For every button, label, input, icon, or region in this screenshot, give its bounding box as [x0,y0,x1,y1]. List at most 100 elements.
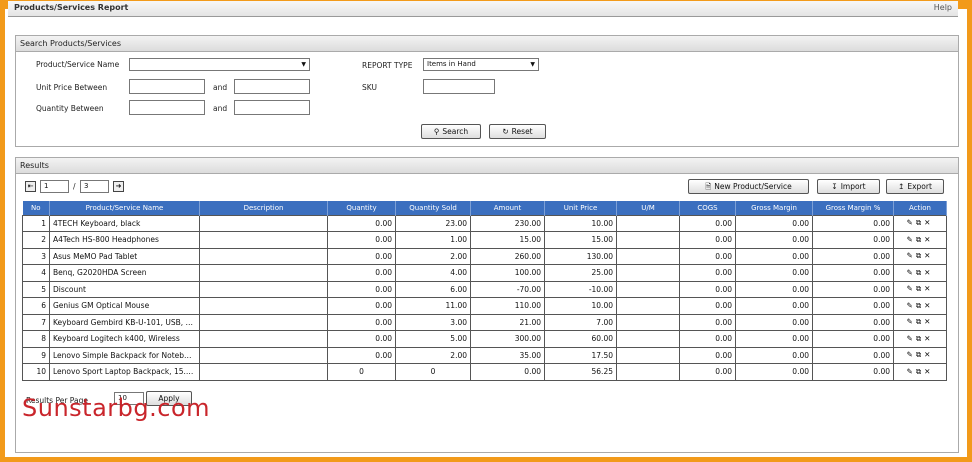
delete-icon[interactable]: ✕ [924,268,933,277]
copy-icon[interactable]: ⧉ [916,284,924,293]
table-cell: Keyboard Logitech k400, Wireless [49,330,200,348]
copy-icon[interactable]: ⧉ [916,334,924,343]
edit-icon[interactable]: ✎ [907,367,916,376]
column-header[interactable]: Product/Service Name [49,201,200,215]
table-cell [199,231,328,249]
table-row[interactable]: 10 Lenovo Sport Laptop Backpack, 15.6",..… [22,363,947,381]
delete-icon[interactable]: ✕ [924,367,933,376]
first-page-icon[interactable]: ⇤ [25,181,36,192]
table-cell [616,214,680,232]
quantity-max-field[interactable] [234,100,310,115]
new-product-button[interactable]: 🗎 New Product/Service [688,179,809,194]
column-header[interactable]: Quantity Sold [395,201,471,215]
column-header[interactable]: Amount [470,201,545,215]
table-cell: 0.00 [812,214,894,232]
row-actions: ✎⧉✕ [893,280,947,298]
delete-icon[interactable]: ✕ [924,350,933,359]
sku-label: SKU [362,83,377,92]
export-icon: ↥ [898,182,905,191]
table-row[interactable]: 6 Genius GM Optical Mouse 0.00 11.00 110.00 1… [22,297,947,315]
copy-icon[interactable]: ⧉ [916,350,924,359]
column-header[interactable]: No [22,201,50,215]
edit-icon[interactable]: ✎ [907,334,916,343]
export-button[interactable]: ↥ Export [886,179,944,194]
column-header[interactable]: Gross Margin [735,201,813,215]
product-name-select[interactable]: ▼ [129,58,310,71]
delete-icon[interactable]: ✕ [924,235,933,244]
edit-icon[interactable]: ✎ [907,251,916,260]
results-panel-title: Results [20,161,49,170]
table-row[interactable]: 3 Asus MeMO Pad Tablet 0.00 2.00 260.00 130.0… [22,247,947,265]
search-panel-title: Search Products/Services [20,39,121,48]
edit-icon[interactable]: ✎ [907,218,916,227]
edit-icon[interactable]: ✎ [907,284,916,293]
table-row[interactable]: 2 A4Tech HS-800 Headphones 0.00 1.00 15.00 15… [22,231,947,249]
chevron-down-icon: ▼ [301,61,306,68]
column-header[interactable]: COGS [679,201,736,215]
table-cell: 0.00 [679,330,736,348]
table-cell: 0.00 [735,346,813,364]
table-cell: 4.00 [395,264,471,282]
table-row[interactable]: 1 4TECH Keyboard, black 0.00 23.00 230.00 10.… [22,214,947,232]
table-cell: 0.00 [327,346,396,364]
table-cell: 3 [22,247,50,265]
table-cell: 230.00 [470,214,545,232]
copy-icon[interactable]: ⧉ [916,367,924,376]
table-row[interactable]: 5 Discount 0.00 6.00 -70.00 -10.00 0.00 0.00 0.0… [22,280,947,298]
sku-field[interactable] [423,79,495,94]
table-header-row: No Product/Service Name Description Quantit… [22,201,947,215]
delete-icon[interactable]: ✕ [924,301,933,310]
column-header[interactable]: U/M [616,201,680,215]
table-row[interactable]: 7 Keyboard Gembird KB-U-101, USB, Black 0.… [22,313,947,331]
results-panel-header: Results [16,158,958,174]
copy-icon[interactable]: ⧉ [916,317,924,326]
table-cell: 0.00 [735,247,813,265]
delete-icon[interactable]: ✕ [924,317,933,326]
copy-icon[interactable]: ⧉ [916,235,924,244]
delete-icon[interactable]: ✕ [924,218,933,227]
report-type-select[interactable]: Items in Hand ▼ [423,58,539,71]
table-cell: 25.00 [544,264,617,282]
table-cell: 0.00 [470,363,545,381]
unit-price-max-field[interactable] [234,79,310,94]
quantity-min-field[interactable] [129,100,205,115]
table-row[interactable]: 9 Lenovo Simple Backpack for Notebook ...… [22,346,947,364]
copy-icon[interactable]: ⧉ [916,251,924,260]
table-cell: 35.00 [470,346,545,364]
copy-icon[interactable]: ⧉ [916,268,924,277]
page-current-field[interactable]: 1 [40,180,69,193]
table-cell: 1.00 [395,231,471,249]
row-actions: ✎⧉✕ [893,264,947,282]
column-header[interactable]: Unit Price [544,201,617,215]
column-header[interactable]: Quantity [327,201,396,215]
table-cell: 0.00 [812,264,894,282]
edit-icon[interactable]: ✎ [907,268,916,277]
delete-icon[interactable]: ✕ [924,334,933,343]
table-cell: 10.00 [544,297,617,315]
unit-price-min-field[interactable] [129,79,205,94]
column-header[interactable]: Description [199,201,328,215]
table-cell: 1 [22,214,50,232]
copy-icon[interactable]: ⧉ [916,301,924,310]
delete-icon[interactable]: ✕ [924,251,933,260]
copy-icon[interactable]: ⧉ [916,218,924,227]
help-link[interactable]: Help [934,3,952,12]
search-button[interactable]: ⚲ Search [421,124,481,139]
import-button[interactable]: ↧ Import [817,179,880,194]
table-cell: 0.00 [679,346,736,364]
column-header[interactable]: Action [893,201,947,215]
edit-icon[interactable]: ✎ [907,350,916,359]
delete-icon[interactable]: ✕ [924,284,933,293]
reset-button[interactable]: ↻ Reset [489,124,546,139]
import-icon: ↧ [831,182,838,191]
reset-button-label: Reset [511,127,533,136]
column-header[interactable]: Gross Margin % [812,201,894,215]
table-cell: 0.00 [679,363,736,381]
table-cell: 130.00 [544,247,617,265]
edit-icon[interactable]: ✎ [907,301,916,310]
next-page-icon[interactable]: ➜ [113,181,124,192]
edit-icon[interactable]: ✎ [907,317,916,326]
edit-icon[interactable]: ✎ [907,235,916,244]
table-row[interactable]: 4 Benq, G2020HDA Screen 0.00 4.00 100.00 25.0… [22,264,947,282]
table-row[interactable]: 8 Keyboard Logitech k400, Wireless 0.00 5.0… [22,330,947,348]
